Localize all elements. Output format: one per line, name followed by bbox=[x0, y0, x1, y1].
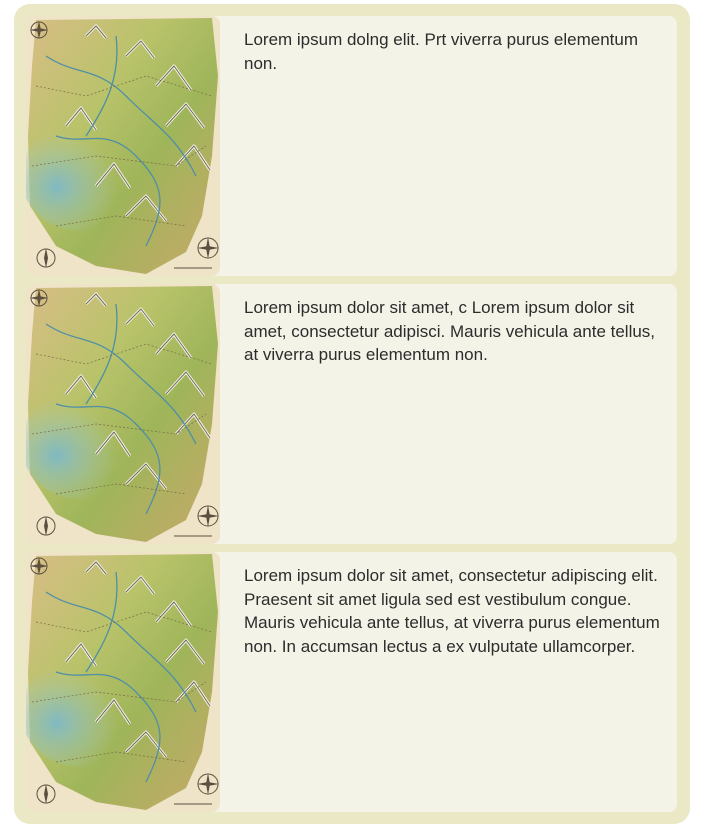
card-list-container: Lorem ipsum dolng elit. Prt viverra puru… bbox=[14, 4, 690, 824]
map-thumbnail bbox=[26, 552, 220, 812]
fantasy-map-image bbox=[26, 552, 220, 812]
list-item: Lorem ipsum dolor sit amet, consectetur … bbox=[26, 552, 677, 812]
item-description: Lorem ipsum dolor sit amet, c Lorem ipsu… bbox=[244, 298, 656, 364]
list-item: Lorem ipsum dolor sit amet, c Lorem ipsu… bbox=[26, 284, 677, 544]
map-thumbnail bbox=[26, 284, 220, 544]
list-item: Lorem ipsum dolng elit. Prt viverra puru… bbox=[26, 16, 677, 276]
item-description: Lorem ipsum dolor sit amet, consectetur … bbox=[244, 566, 660, 656]
map-thumbnail bbox=[26, 16, 220, 276]
fantasy-map-image bbox=[26, 284, 220, 544]
item-description: Lorem ipsum dolng elit. Prt viverra puru… bbox=[244, 30, 638, 73]
fantasy-map-image bbox=[26, 16, 220, 276]
